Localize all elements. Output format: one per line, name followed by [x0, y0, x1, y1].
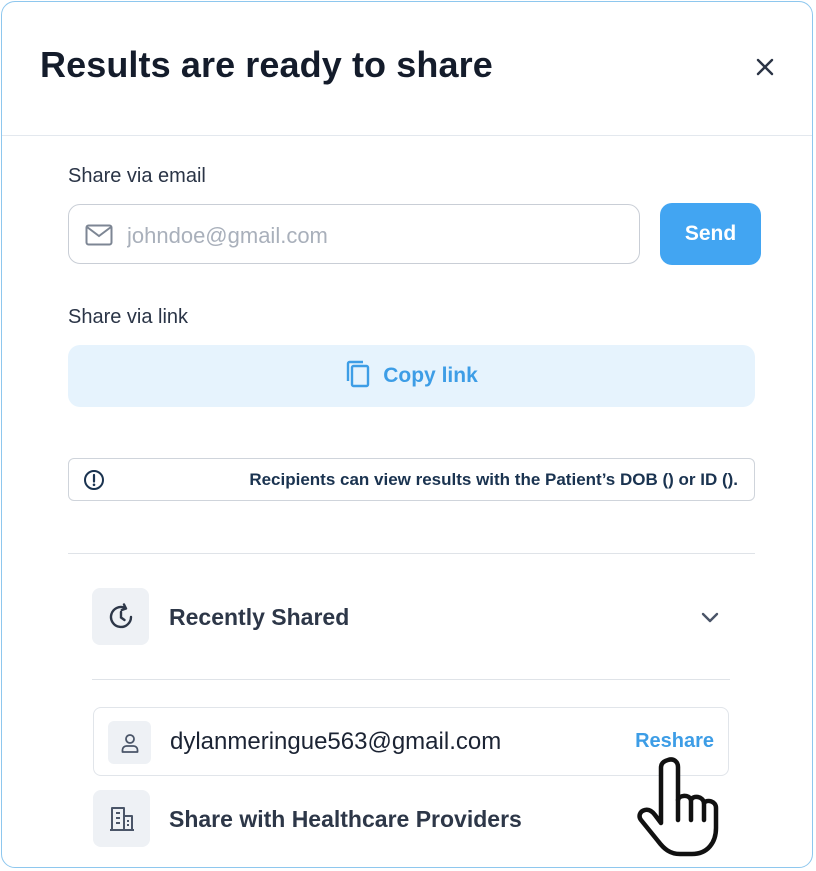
email-field[interactable] — [125, 215, 629, 257]
share-healthcare-providers[interactable]: Share with Healthcare Providers — [93, 790, 593, 848]
copy-icon — [345, 359, 371, 394]
dialog-title: Results are ready to share — [40, 44, 493, 85]
email-share-label: Share via email — [68, 165, 206, 187]
recently-shared-title: Recently Shared — [169, 604, 350, 630]
link-share-label: Share via link — [68, 306, 189, 328]
access-notice: Recipients can view results with the Pat… — [68, 458, 755, 501]
mail-icon — [85, 224, 113, 251]
recently-shared-toggle[interactable]: Recently Shared — [92, 588, 732, 648]
chevron-down-icon[interactable] — [698, 606, 722, 635]
reshare-button[interactable]: Reshare — [635, 730, 714, 753]
dialog-header: Results are ready to share — [2, 2, 812, 136]
recent-divider — [92, 679, 730, 680]
close-icon[interactable] — [750, 52, 780, 82]
building-icon — [93, 790, 150, 847]
section-divider — [68, 553, 755, 554]
recent-email: dylanmeringue563@gmail.com — [170, 728, 502, 755]
hand-cursor-icon — [634, 754, 730, 867]
copy-link-button[interactable]: Copy link — [68, 345, 755, 407]
notice-text: Recipients can view results with the Pat… — [249, 470, 738, 489]
copy-link-label: Copy link — [383, 364, 478, 387]
user-icon — [108, 721, 151, 764]
history-icon — [92, 588, 149, 645]
info-icon — [83, 469, 105, 496]
email-field-wrapper — [68, 204, 640, 264]
send-button[interactable]: Send — [660, 203, 761, 265]
share-results-dialog: Results are ready to share Share via ema… — [1, 1, 813, 868]
healthcare-title: Share with Healthcare Providers — [169, 806, 522, 832]
